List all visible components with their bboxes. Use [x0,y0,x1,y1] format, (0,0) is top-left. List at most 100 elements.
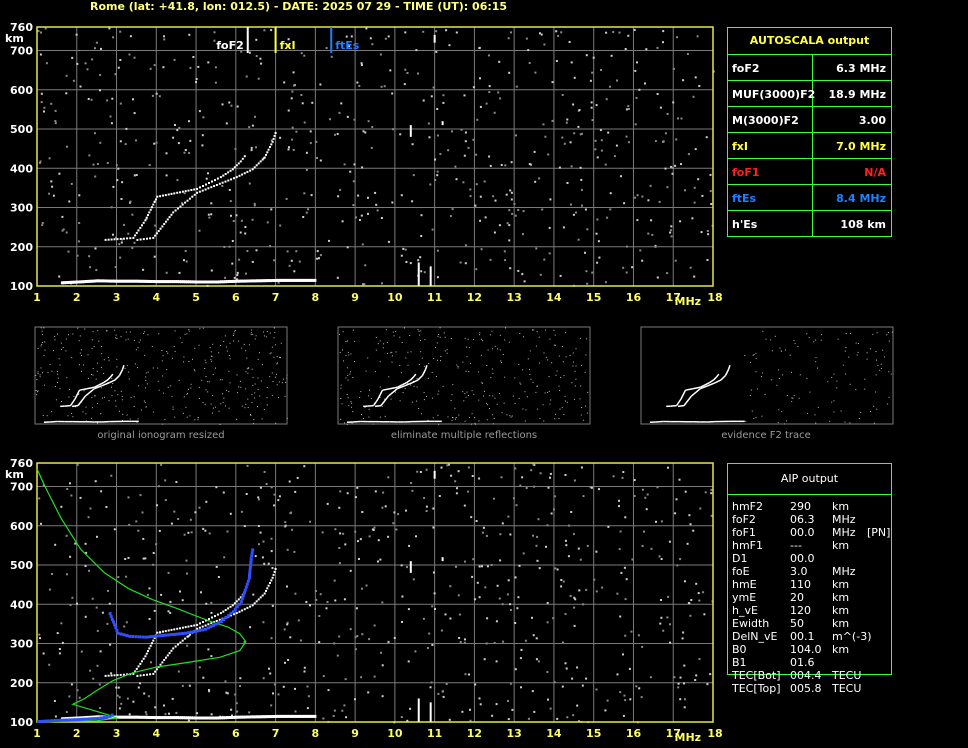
x-trace [267,584,270,587]
noise-dot [507,515,510,518]
noise-dot [354,496,357,499]
noise-dot [667,595,670,598]
noise-dot [514,622,517,624]
thumbnail-noise [387,352,389,354]
model-es-trace [85,717,89,721]
noise-dot [346,492,349,495]
o-trace [211,616,213,619]
thumbnail-noise [770,339,772,341]
noise-dot [641,645,644,648]
thumbnail-noise [257,388,259,390]
model-trace [248,565,252,569]
noise-dot [327,689,330,692]
noise-dot [196,712,198,715]
noise-dot [226,530,229,533]
thumbnail-noise [137,418,139,420]
noise-dot [195,78,198,80]
thumbnail-noise [106,330,108,332]
thumbnail-noise [186,393,188,395]
x-trace [274,132,277,134]
noise-dot [296,476,299,479]
noise-dot [333,709,336,712]
thumbnail-noise [427,377,429,379]
noise-dot [269,672,272,675]
thumbnail-noise [421,357,423,359]
noise-dot [493,642,496,644]
noise-dot [623,202,626,205]
noise-dot [89,266,92,269]
noise-dot [419,471,422,473]
thumbnail-noise [283,378,284,380]
noise-dot [444,613,447,616]
noise-dot [650,219,653,222]
thumbnail-noise [164,418,166,420]
noise-dot [43,106,46,109]
noise-dot [367,196,369,199]
model-trace [214,622,218,626]
noise-dot [436,276,439,279]
noise-dot [504,259,507,262]
thumbnail-noise [820,339,822,341]
thumbnail-noise [857,343,859,344]
thumbnail-noise [146,383,148,385]
x-trace [213,185,216,188]
aip-param: DelN_vE [732,630,778,643]
noise-dot [580,188,583,191]
noise-dot [633,28,636,31]
noise-dot [338,111,341,114]
thumbnail-noise [876,408,878,410]
noise-dot [693,201,696,204]
noise-dot [100,490,103,493]
noise-dot [39,53,42,56]
thumbnail-noise [566,401,568,403]
noise-dot [270,486,273,489]
noise-dot [291,138,294,141]
noise-dot [469,195,472,198]
noise-dot [560,579,563,581]
thumbnail-noise [468,395,469,396]
thumbnail-noise [520,383,522,385]
noise-dot [337,195,340,198]
aip-value: 005.8 [790,682,822,695]
o-trace [152,203,155,206]
thumbnail-noise [252,384,254,386]
noise-dot [638,687,641,690]
thumbnail-noise [226,350,228,352]
noise-dot [367,691,370,694]
noise-dot [493,111,496,114]
thumbnail-noise [524,420,526,422]
thumbnail-noise [471,423,472,425]
noise-dot [273,259,276,262]
model-trace [114,626,118,630]
thumbnail-noise [492,372,494,374]
o-trace [231,168,234,171]
noise-dot [393,637,396,639]
noise-dot [223,245,226,248]
thumbnail-noise [439,336,441,338]
thumbnail-noise [829,420,831,422]
noise-dot [325,607,328,610]
thumbnail-noise [238,386,240,388]
o-trace [227,607,230,610]
noise-dot [436,249,439,252]
x-trace [243,608,246,611]
thumbnail-noise [35,375,37,376]
noise-dot [549,472,552,475]
thumbnail-noise [815,357,817,359]
noise-dot [625,135,628,138]
noise-dot [221,103,224,106]
noise-dot [607,131,610,134]
noise-dot [406,72,409,74]
noise-dot [361,511,364,513]
thumbnail-noise [845,347,847,348]
thumbnail-noise [574,370,576,372]
thumbnail-noise [379,416,381,418]
noise-dot [300,52,303,55]
o-trace [156,195,159,198]
noise-dot [646,493,649,496]
o-trace [153,201,156,203]
thumbnail-noise [833,411,835,413]
noise-dot [263,29,266,32]
noise-dot [128,523,131,526]
thumbnail-noise [57,333,58,335]
